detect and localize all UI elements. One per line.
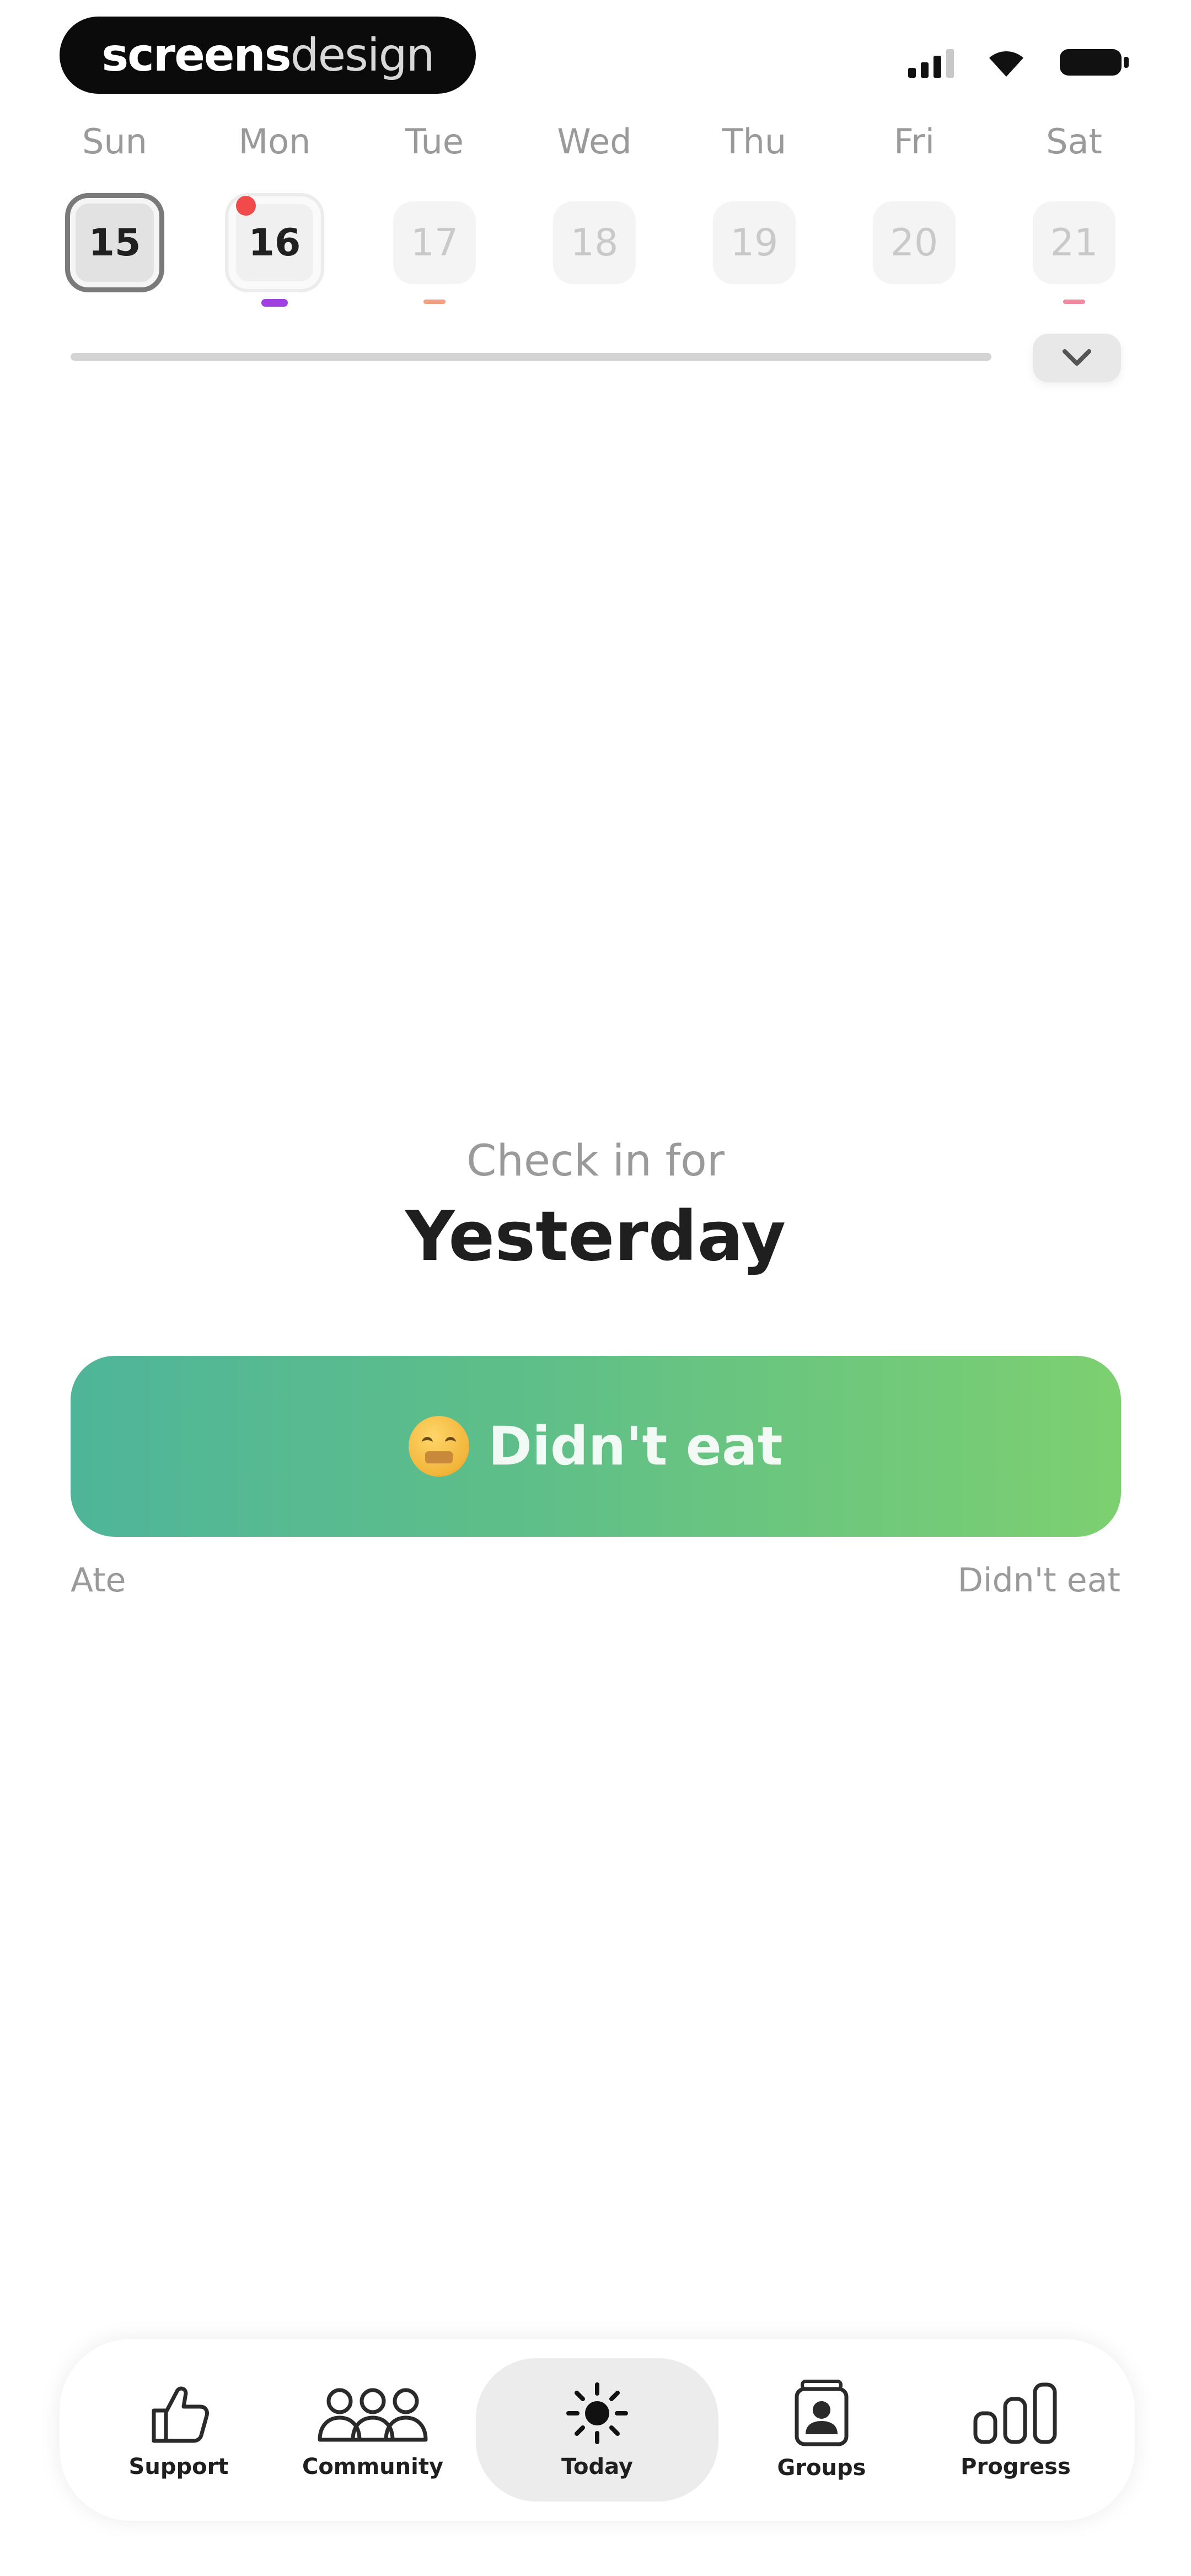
date-21-marker — [1063, 300, 1085, 304]
date-cell-16[interactable]: 16 — [219, 193, 330, 307]
tab-community-label: Community — [302, 2454, 444, 2479]
date-17-button[interactable]: 17 — [393, 201, 476, 284]
date-17-marker — [423, 300, 446, 304]
scale-label-ate: Ate — [71, 1561, 126, 1600]
logo-text: screensdesign — [101, 29, 435, 82]
tab-community[interactable]: Community — [282, 2358, 464, 2502]
tab-progress-label: Progress — [961, 2454, 1071, 2479]
date-16-marker — [261, 299, 288, 307]
weekday-sun: Sun — [82, 121, 147, 162]
status-bar-icons — [908, 47, 1130, 78]
wifi-icon — [987, 48, 1026, 78]
bar-chart-icon — [969, 2380, 1063, 2446]
battery-icon — [1059, 47, 1130, 78]
thumbs-up-icon — [143, 2380, 214, 2446]
tab-groups[interactable]: Groups — [731, 2358, 913, 2502]
date-cell-18[interactable]: 18 — [539, 193, 650, 307]
logo-text-bold: screens — [101, 29, 291, 82]
tab-today-label: Today — [561, 2454, 633, 2479]
weekday-mon: Mon — [238, 121, 311, 162]
tab-today[interactable]: Today — [476, 2358, 718, 2502]
date-cell-20[interactable]: 20 — [859, 193, 969, 307]
sun-icon — [561, 2380, 633, 2446]
checkin-day-title: Yesterday — [405, 1197, 786, 1276]
weekday-fri: Fri — [894, 121, 935, 162]
logo-text-light: design — [290, 29, 435, 82]
weekday-sat: Sat — [1046, 121, 1102, 162]
week-date-strip: 15 16 17 18 19 20 21 — [60, 193, 1129, 307]
tab-support[interactable]: Support — [88, 2358, 270, 2502]
date-cell-15[interactable]: 15 — [60, 193, 170, 307]
weekday-tue: Tue — [405, 121, 464, 162]
people-icon — [312, 2380, 433, 2446]
notification-dot — [236, 196, 256, 216]
weekday-thu: Thu — [722, 121, 787, 162]
date-19-button[interactable]: 19 — [713, 201, 796, 284]
chevron-down-icon — [1063, 349, 1091, 366]
date-cell-17[interactable]: 17 — [379, 193, 490, 307]
date-cell-21[interactable]: 21 — [1019, 193, 1129, 307]
date-cell-19[interactable]: 19 — [699, 193, 809, 307]
date-21-button[interactable]: 21 — [1033, 201, 1115, 284]
scale-label-didnt-eat: Didn't eat — [957, 1561, 1120, 1600]
tab-support-label: Support — [128, 2454, 229, 2479]
week-divider — [71, 353, 991, 361]
group-icon — [786, 2379, 857, 2447]
signal-icon — [908, 47, 954, 78]
expand-calendar-button[interactable] — [1033, 334, 1121, 382]
bottom-tab-bar: Support Community Today Groups Progress — [60, 2339, 1135, 2521]
date-15-button[interactable]: 15 — [65, 193, 164, 292]
slider-label: Didn't eat — [488, 1415, 783, 1477]
checkin-caption: Check in for — [466, 1136, 725, 1186]
weekday-header: Sun Mon Tue Wed Thu Fri Sat — [60, 121, 1129, 162]
face-emoji-icon — [409, 1416, 470, 1477]
tab-progress[interactable]: Progress — [925, 2358, 1107, 2502]
date-18-button[interactable]: 18 — [553, 201, 636, 284]
date-20-button[interactable]: 20 — [873, 201, 956, 284]
screensdesign-logo: screensdesign — [60, 17, 476, 94]
weekday-wed: Wed — [557, 121, 632, 162]
tab-groups-label: Groups — [777, 2455, 866, 2481]
eat-checkin-slider[interactable]: Didn't eat — [71, 1356, 1121, 1537]
